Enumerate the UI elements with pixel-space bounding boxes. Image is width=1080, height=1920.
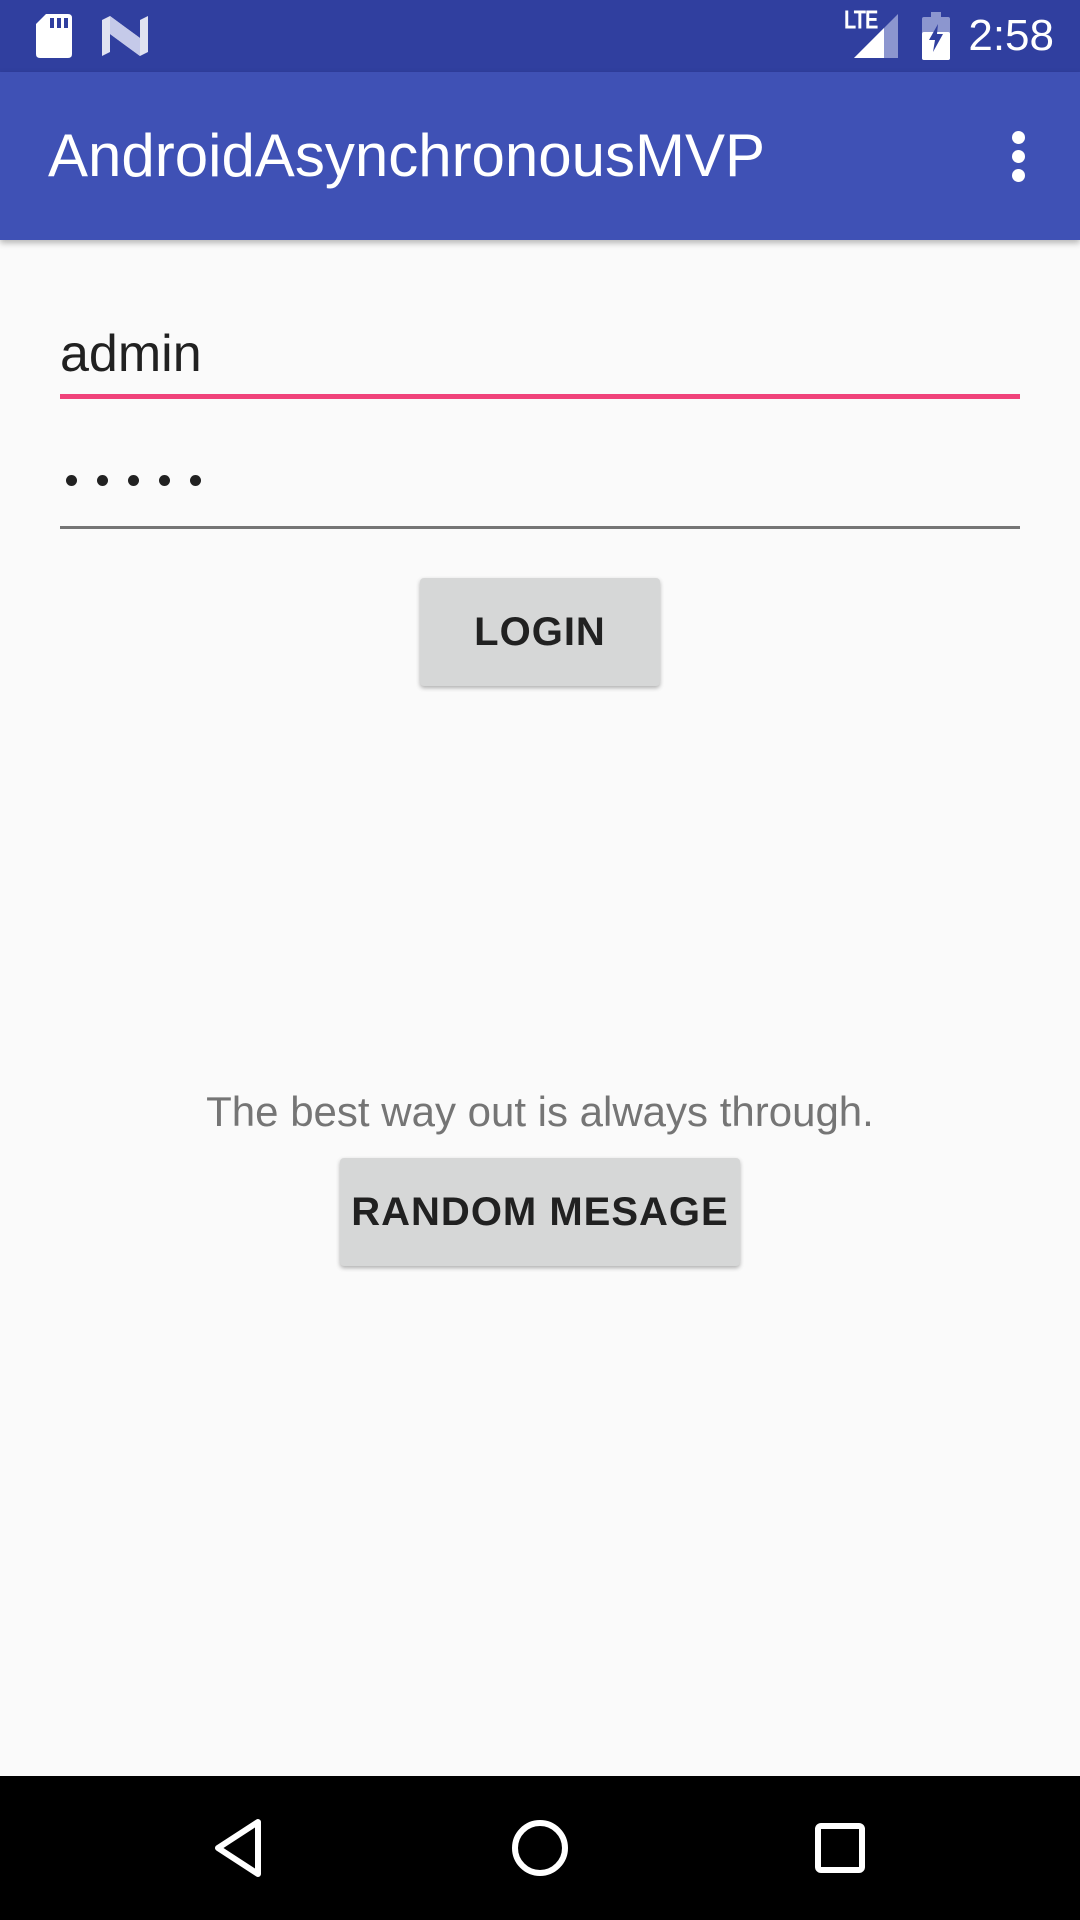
status-time: 2:58	[968, 11, 1054, 60]
overflow-menu-icon[interactable]	[986, 124, 1050, 188]
password-dot	[128, 475, 139, 487]
app-bar: AndroidAsynchronousMVP	[0, 72, 1080, 240]
recents-icon[interactable]	[804, 1812, 876, 1884]
password-dot	[190, 475, 201, 487]
status-bar: LTE 2:58	[0, 0, 1080, 72]
battery-charging-icon	[922, 12, 950, 60]
navigation-bar	[0, 1776, 1080, 1920]
message-text: The best way out is always through.	[206, 1088, 874, 1135]
random-message-button[interactable]: RANDOM MESAGE	[340, 1158, 740, 1266]
username-field[interactable]	[60, 314, 1020, 399]
n-logo-icon	[102, 16, 148, 56]
back-icon[interactable]	[204, 1812, 276, 1884]
app-title: AndroidAsynchronousMVP	[48, 122, 766, 189]
password-dot	[97, 475, 108, 487]
login-button[interactable]: LOGIN	[420, 578, 660, 686]
password-dot	[159, 475, 170, 487]
password-mask	[66, 472, 221, 532]
password-dot	[66, 475, 77, 487]
sd-card-icon	[36, 14, 72, 58]
home-icon[interactable]	[504, 1812, 576, 1884]
lte-signal-icon	[854, 14, 898, 58]
login-screen: LOGIN The best way out is always through…	[0, 240, 1080, 1776]
